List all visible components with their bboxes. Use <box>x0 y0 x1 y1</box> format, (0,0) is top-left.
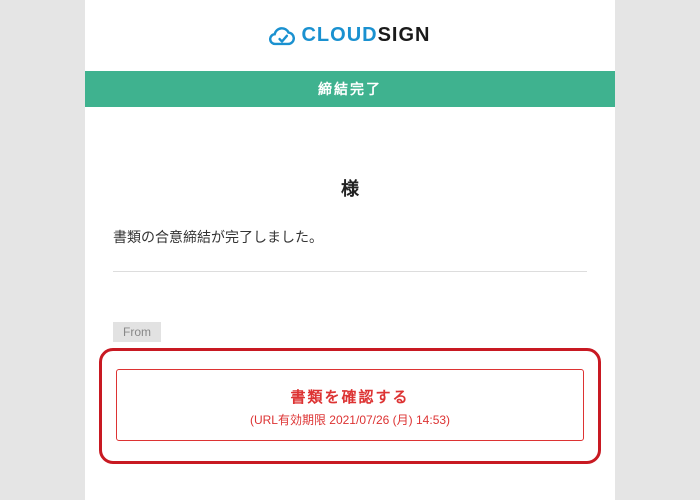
view-document-button[interactable]: 書類を確認する (URL有効期限 2021/07/26 (月) 14:53) <box>116 369 584 441</box>
logo-area: CLOUDSIGN <box>85 0 615 71</box>
content-area: 様 書類の合意締結が完了しました。 From 書類を確認する (URL有効期限 … <box>85 107 615 464</box>
completion-message: 書類の合意締結が完了しました。 <box>113 227 587 271</box>
status-bar: 締結完了 <box>85 71 615 107</box>
highlight-callout: 書類を確認する (URL有効期限 2021/07/26 (月) 14:53) <box>99 348 601 464</box>
recipient-name: 様 <box>113 135 587 227</box>
divider <box>113 271 587 272</box>
cloudsign-logo-icon <box>269 22 295 48</box>
from-badge: From <box>113 322 161 342</box>
brand-logo-text-sign: SIGN <box>378 24 431 46</box>
brand-logo-text: CLOUDSIGN <box>301 24 430 47</box>
cta-expiry: (URL有効期限 2021/07/26 (月) 14:53) <box>127 411 573 428</box>
brand-logo-text-cloud: CLOUD <box>301 24 377 46</box>
email-container: CLOUDSIGN 締結完了 様 書類の合意締結が完了しました。 From 書類… <box>85 0 615 500</box>
cta-title: 書類を確認する <box>127 386 573 407</box>
brand-logo: CLOUDSIGN <box>269 22 430 48</box>
